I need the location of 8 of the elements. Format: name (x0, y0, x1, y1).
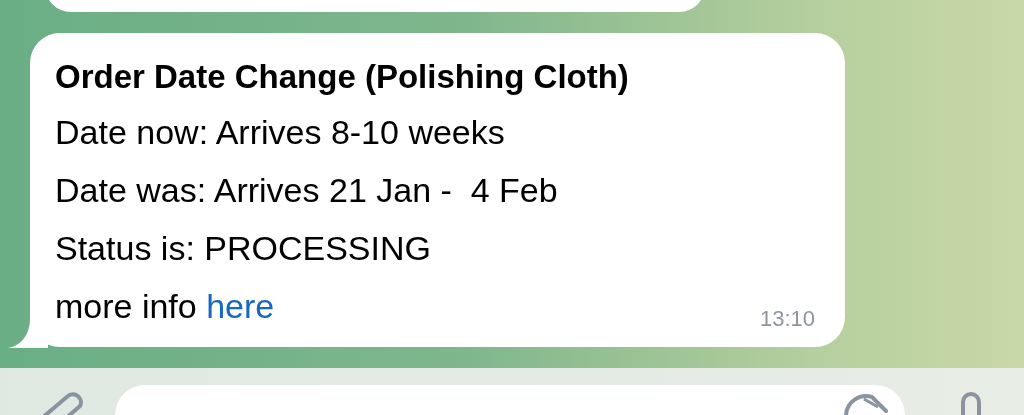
message-text: more info (55, 287, 198, 325)
message-title: Order Date Change (Polishing Cloth) (55, 57, 630, 97)
link[interactable]: here (206, 287, 275, 325)
sticker-icon[interactable] (842, 393, 890, 415)
message-text: Date was: Arrives 21 Jan - 4 Feb (55, 170, 559, 211)
message-text: Status is: PROCESSING (55, 228, 432, 269)
message-text: Date now: Arrives 8-10 weeks (55, 112, 506, 153)
message-time: 13:10 (759, 305, 815, 333)
